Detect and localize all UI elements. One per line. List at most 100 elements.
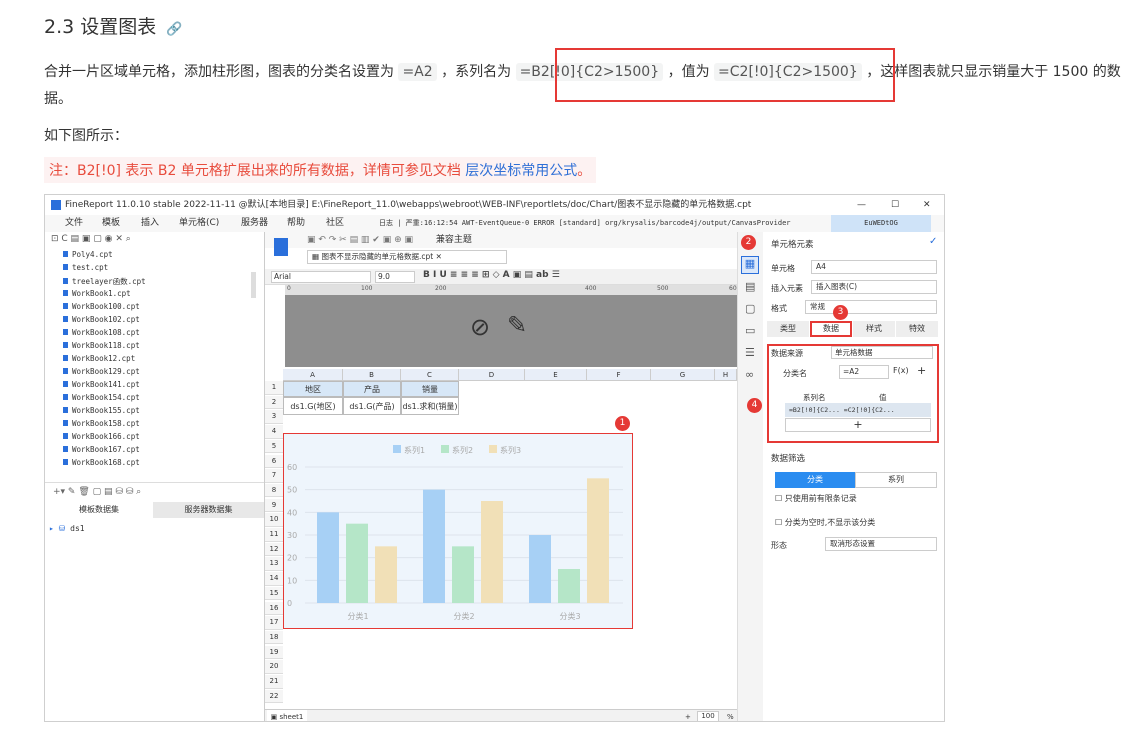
cell-attr-icon[interactable]: ▤	[745, 280, 755, 293]
column-header[interactable]: A	[283, 369, 343, 381]
series-row[interactable]: =B2[!0]{C2... =C2[!0]{C2...	[785, 403, 931, 417]
shape-select[interactable]: 取消形态设置	[825, 537, 937, 551]
tab-effect[interactable]: 特效	[896, 321, 938, 337]
row-header[interactable]: 8	[265, 483, 283, 498]
row-header[interactable]: 16	[265, 601, 283, 616]
row-header[interactable]: 9	[265, 498, 283, 513]
column-header[interactable]: G	[651, 369, 715, 381]
menu-template[interactable]: 模板	[102, 215, 120, 232]
bar[interactable]	[529, 535, 551, 603]
edit-pencil-icon[interactable]: ✎	[507, 311, 527, 339]
row-header[interactable]: 19	[265, 645, 283, 660]
bar-chart[interactable]: 0 10 20 30 40 50 60 分类1 分类2 分类3 系列1 系列2 系列3	[283, 433, 633, 629]
file-item[interactable]: WorkBook129.cpt	[63, 367, 140, 376]
file-item[interactable]: WorkBook158.cpt	[63, 419, 140, 428]
cell-c1[interactable]: 销量	[401, 381, 459, 397]
legend-label[interactable]: 系列1	[404, 445, 425, 455]
legend-label[interactable]: 系列3	[500, 445, 521, 455]
collapse-icon[interactable]: ✓	[929, 236, 937, 247]
tab-type[interactable]: 类型	[767, 321, 809, 337]
file-item[interactable]: treelayer函数.cpt	[63, 276, 146, 287]
menu-file[interactable]: 文件	[65, 215, 83, 232]
column-header[interactable]: H	[715, 369, 737, 381]
bar[interactable]	[375, 546, 397, 603]
column-header[interactable]: C	[401, 369, 459, 381]
add-category-icon[interactable]: +	[917, 364, 926, 377]
row-header[interactable]: 3	[265, 410, 283, 424]
row-header[interactable]: 21	[265, 675, 283, 689]
row-header[interactable]: 2	[265, 395, 283, 410]
tab-server-dataset[interactable]: 服务器数据集	[153, 502, 264, 518]
checkbox-limit[interactable]: ☐ 只使用前有限条记录	[775, 493, 857, 504]
cell-a2[interactable]: ds1.G(地区)	[283, 397, 343, 415]
file-item[interactable]: WorkBook102.cpt	[63, 315, 140, 324]
row-header[interactable]: 20	[265, 660, 283, 674]
file-item[interactable]: WorkBook155.cpt	[63, 406, 140, 415]
text-format-buttons[interactable]: B I U ≡ ≡ ≡ ⊞ ◇ A ▣ ▤ ab ☰	[423, 270, 560, 280]
bar[interactable]	[481, 501, 503, 603]
hide-icon[interactable]: ⊘	[470, 313, 490, 341]
widget-icon[interactable]: ▭	[745, 324, 755, 337]
bar[interactable]	[346, 523, 368, 603]
menu-server[interactable]: 服务器	[241, 215, 268, 232]
file-item[interactable]: WorkBook118.cpt	[63, 341, 140, 350]
row-header[interactable]: 13	[265, 557, 283, 571]
edit-toolbar[interactable]: ▣ ↶ ↷ ✂ ▤ ▥ ✔ ▣ ⊕ ▣ 兼容主题	[265, 232, 737, 248]
add-series-button[interactable]: +	[785, 418, 931, 432]
bar[interactable]	[423, 489, 445, 603]
file-item[interactable]: WorkBook141.cpt	[63, 380, 140, 389]
legend-label[interactable]: 系列2	[452, 445, 473, 455]
file-item[interactable]: WorkBook100.cpt	[63, 302, 140, 311]
row-header[interactable]: 22	[265, 689, 283, 704]
format-select[interactable]: 常规	[805, 300, 937, 314]
row-header[interactable]: 6	[265, 454, 283, 469]
file-item[interactable]: WorkBook154.cpt	[63, 393, 140, 402]
font-size-select[interactable]: 9.0	[375, 271, 415, 283]
tab-data[interactable]: 数据	[810, 321, 852, 337]
zoom-value[interactable]: 100	[697, 711, 719, 721]
cell-b1[interactable]: 产品	[343, 381, 401, 397]
bar[interactable]	[452, 546, 474, 603]
file-item[interactable]: WorkBook167.cpt	[63, 445, 140, 454]
insert-element-select[interactable]: 插入图表(C)	[811, 280, 937, 294]
file-item[interactable]: WorkBook108.cpt	[63, 328, 140, 337]
row-header[interactable]: 10	[265, 513, 283, 527]
row-header[interactable]: 11	[265, 528, 283, 542]
menu-cell[interactable]: 单元格(C)	[179, 215, 219, 232]
zoom-in-button[interactable]: +	[685, 710, 691, 721]
tab-current-template[interactable]: ▦ 图表不显示隐藏的单元格数据.cpt ✕	[307, 250, 507, 264]
bar[interactable]	[587, 478, 609, 603]
condition-icon[interactable]: ☰	[745, 346, 755, 359]
hyperlink-icon[interactable]: ∞	[745, 368, 754, 381]
formula-icon[interactable]: F(x)	[893, 366, 909, 375]
bar[interactable]	[317, 512, 339, 603]
row-header[interactable]: 17	[265, 616, 283, 630]
cell-b2[interactable]: ds1.G(产品)	[343, 397, 401, 415]
cell-c2[interactable]: ds1.求和(销量)	[401, 397, 459, 415]
tab-style[interactable]: 样式	[853, 321, 895, 337]
row-header[interactable]: 4	[265, 425, 283, 439]
maximize-icon[interactable]: ☐	[891, 195, 899, 215]
row-header[interactable]: 18	[265, 630, 283, 645]
cell-input[interactable]: A4	[811, 260, 937, 274]
dataset-toolbar[interactable]: +▾ ✎ 🗑 ▢ ▤ ⛁ ⛁ ⌕	[45, 482, 264, 500]
row-header[interactable]: 12	[265, 542, 283, 557]
link-icon[interactable]: 🔗	[166, 22, 182, 37]
row-header[interactable]: 15	[265, 586, 283, 601]
row-header[interactable]: 7	[265, 469, 283, 483]
column-header[interactable]: F	[587, 369, 651, 381]
bar[interactable]	[558, 569, 580, 603]
menu-insert[interactable]: 插入	[141, 215, 159, 232]
file-item[interactable]: WorkBook168.cpt	[63, 458, 140, 467]
column-header[interactable]: D	[459, 369, 525, 381]
file-item[interactable]: WorkBook12.cpt	[63, 354, 135, 363]
tab-series[interactable]: 系列	[855, 472, 937, 488]
float-element-icon[interactable]: ▢	[745, 302, 755, 315]
category-input[interactable]: =A2	[839, 365, 889, 379]
template-icon[interactable]	[274, 238, 288, 256]
menu-help[interactable]: 帮助	[287, 215, 305, 232]
left-toolbar-icons[interactable]: ⊡ C ▤ ▣ ▢ ◉ ✕ ⌕	[51, 234, 131, 244]
cell-a1[interactable]: 地区	[283, 381, 343, 397]
row-header[interactable]: 1	[265, 381, 283, 395]
dataset-item[interactable]: ▸ ⛁ ds1	[49, 524, 85, 533]
